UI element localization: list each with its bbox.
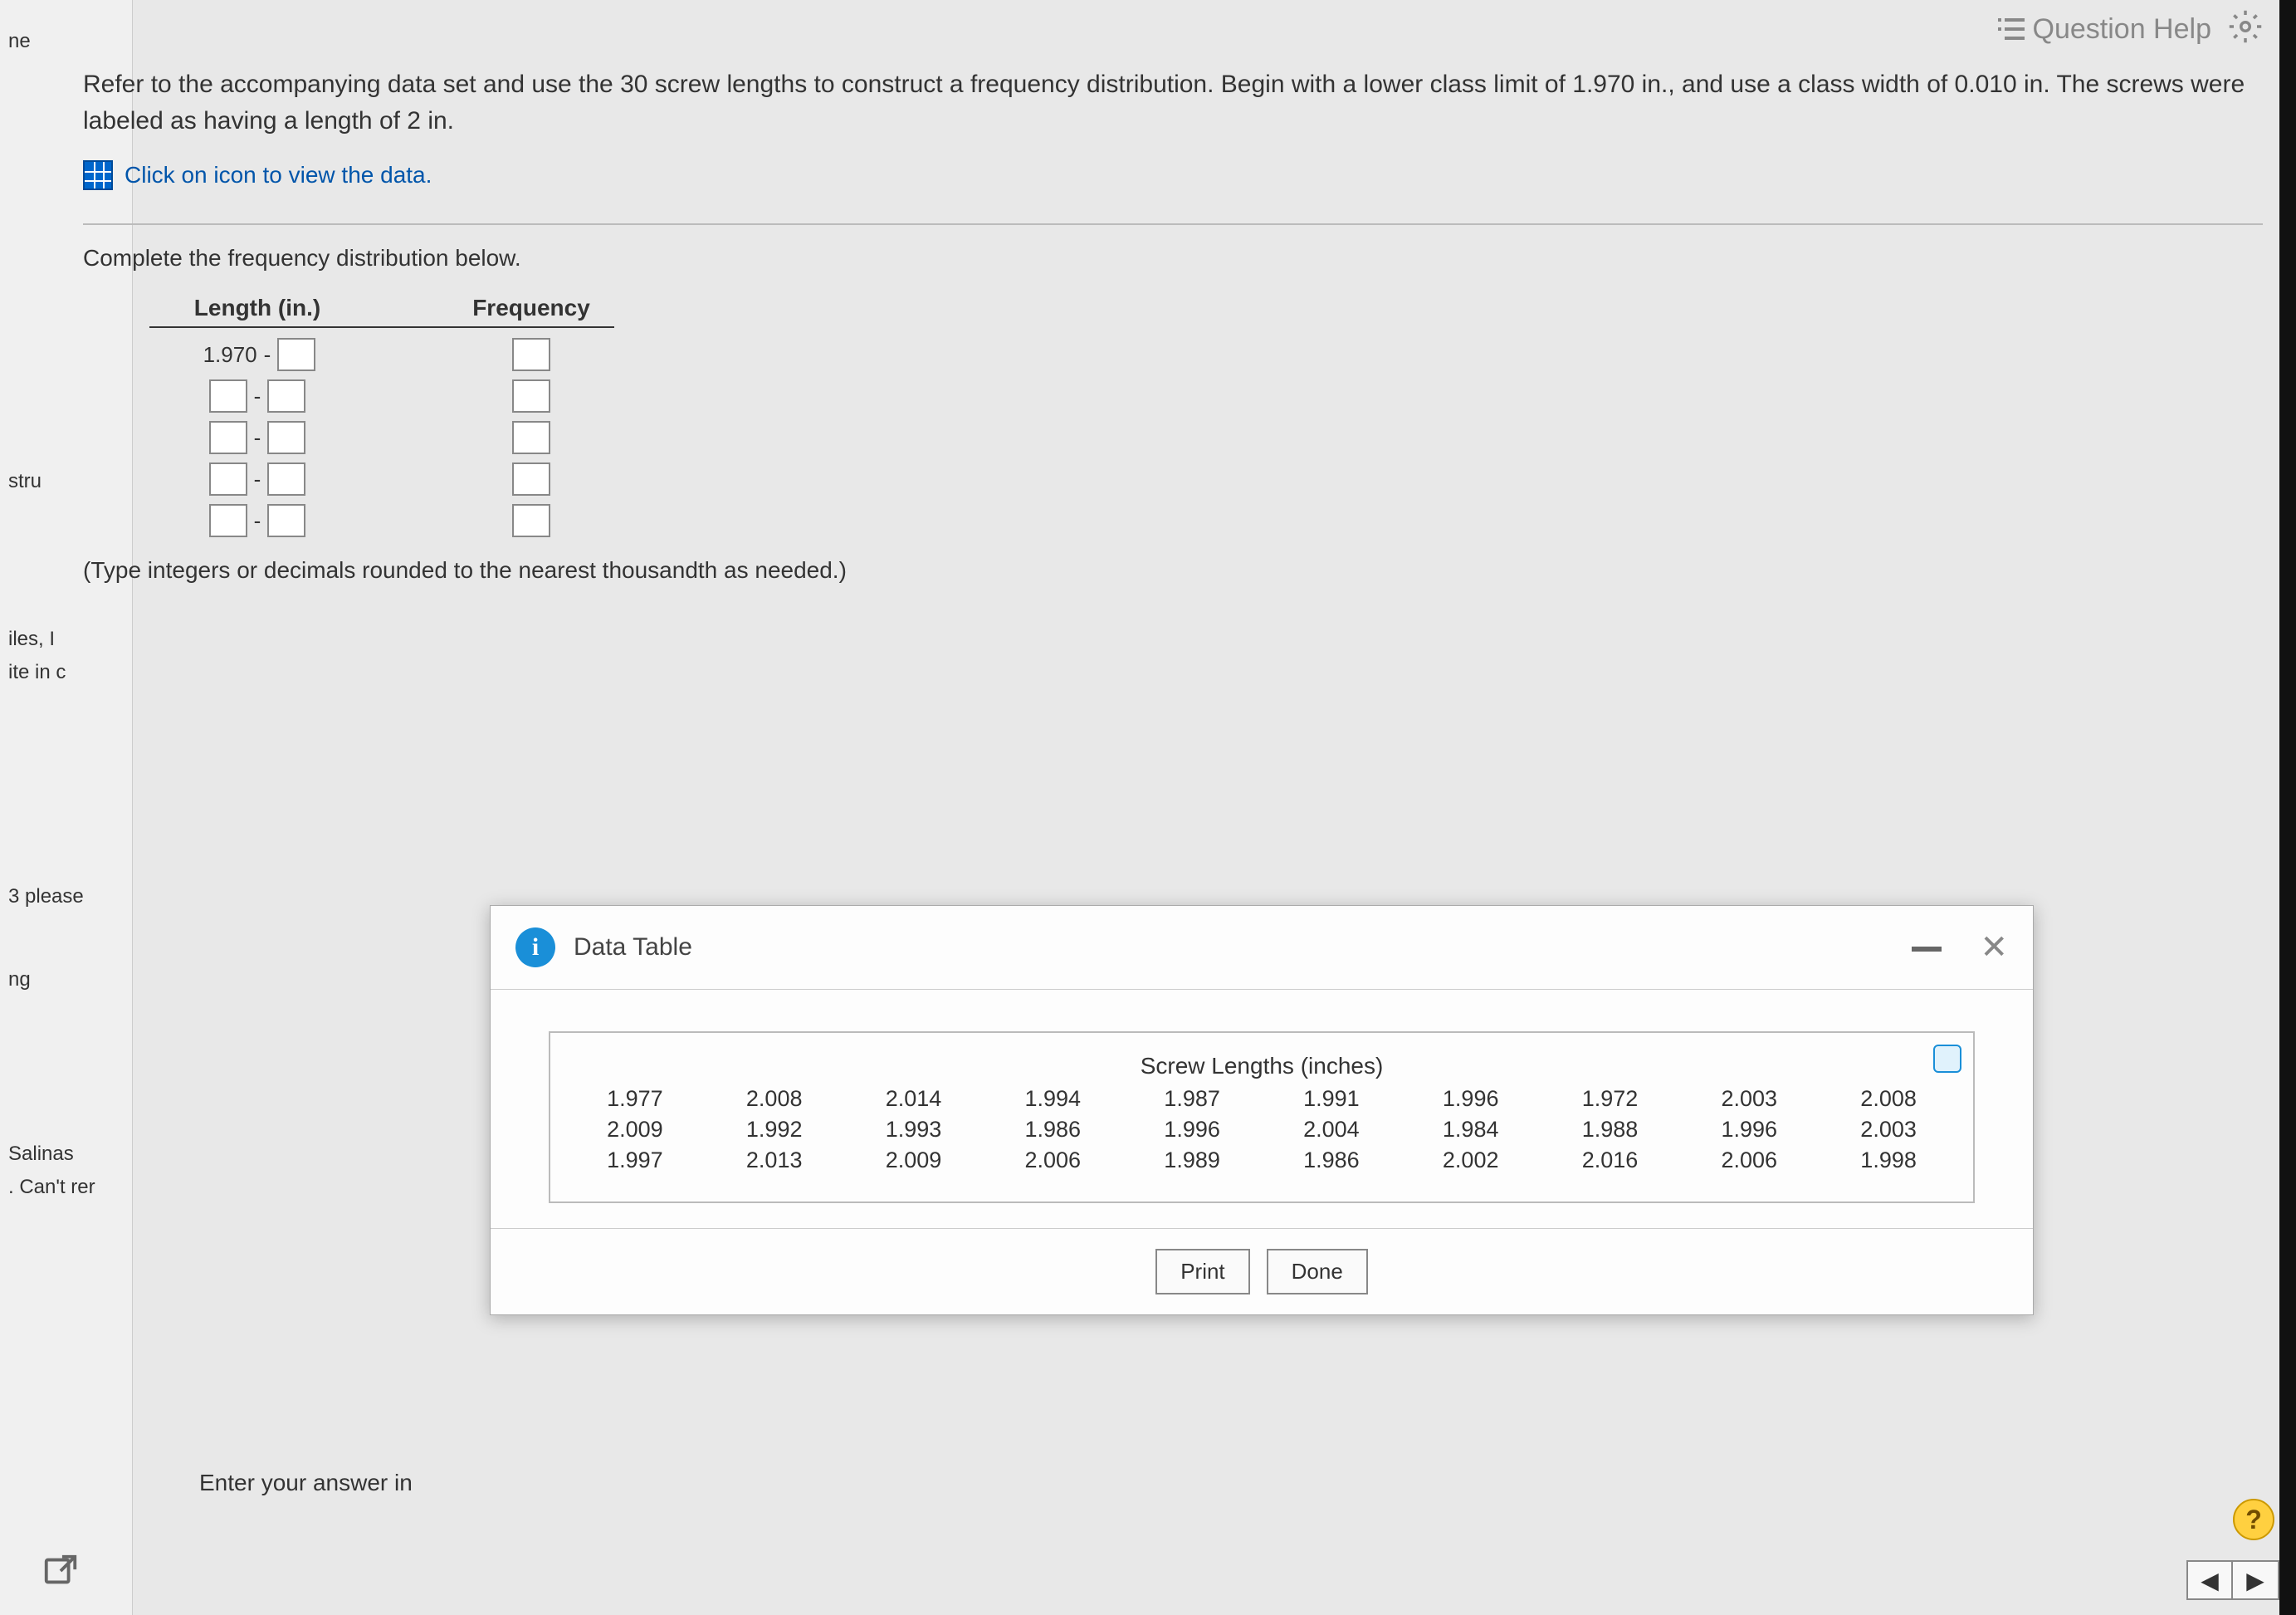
data-cell: 2.008 xyxy=(1829,1086,1948,1112)
lower-limit-input[interactable] xyxy=(209,421,247,454)
info-icon: i xyxy=(515,927,555,967)
lower-limit-input[interactable] xyxy=(209,462,247,496)
data-cell: 1.984 xyxy=(1411,1117,1531,1143)
upper-limit-input[interactable] xyxy=(267,421,305,454)
sidebar-fragment: ite in c xyxy=(0,656,132,689)
data-cell: 2.014 xyxy=(854,1086,974,1112)
data-cell: 1.997 xyxy=(575,1148,695,1173)
gear-icon[interactable] xyxy=(2228,9,2263,49)
frequency-input[interactable] xyxy=(512,504,550,537)
dash: - xyxy=(254,425,261,451)
copy-icon[interactable] xyxy=(1933,1045,1961,1073)
data-cell: 1.992 xyxy=(715,1117,834,1143)
minimize-button[interactable] xyxy=(1912,943,1942,952)
dash: - xyxy=(254,508,261,534)
table-row: - xyxy=(149,421,2263,454)
table-icon xyxy=(83,160,113,190)
data-cell: 1.989 xyxy=(1132,1148,1252,1173)
enter-answer-label: Enter your answer in xyxy=(199,1470,413,1496)
sidebar-fragment: iles, I xyxy=(0,623,132,656)
dash: - xyxy=(264,342,271,368)
data-cell: 1.986 xyxy=(993,1117,1112,1143)
data-cell: 1.988 xyxy=(1551,1117,1670,1143)
export-icon[interactable] xyxy=(42,1552,80,1590)
next-button[interactable]: ▶ xyxy=(2233,1562,2278,1598)
sidebar-fragment: Salinas xyxy=(0,1138,132,1171)
print-button[interactable]: Print xyxy=(1155,1249,1249,1294)
data-cell: 1.994 xyxy=(993,1086,1112,1112)
rounding-instruction: (Type integers or decimals rounded to th… xyxy=(83,557,2263,584)
dialog-title: Data Table xyxy=(574,933,1893,962)
data-cell: 2.003 xyxy=(1689,1086,1809,1112)
data-cell: 1.987 xyxy=(1132,1086,1252,1112)
screen-edge xyxy=(2279,0,2296,1615)
data-grid: 1.977 2.008 2.014 1.994 1.987 1.991 1.996 1.972… xyxy=(575,1086,1948,1173)
prev-button[interactable]: ◀ xyxy=(2188,1562,2233,1598)
lower-limit-input[interactable] xyxy=(209,379,247,413)
data-cell: 2.008 xyxy=(715,1086,834,1112)
col-header-frequency: Frequency xyxy=(457,295,606,321)
data-cell: 2.009 xyxy=(575,1117,695,1143)
data-cell: 2.009 xyxy=(854,1148,974,1173)
sidebar-fragment: ng xyxy=(0,963,132,996)
list-icon xyxy=(1998,18,2025,40)
divider xyxy=(83,223,2263,225)
dash: - xyxy=(254,467,261,492)
dash: - xyxy=(254,384,261,409)
question-prompt: Refer to the accompanying data set and u… xyxy=(83,66,2263,139)
done-button[interactable]: Done xyxy=(1267,1249,1368,1294)
upper-limit-input[interactable] xyxy=(267,462,305,496)
data-cell: 1.996 xyxy=(1689,1117,1809,1143)
data-cell: 1.998 xyxy=(1829,1148,1948,1173)
frequency-table: Length (in.) Frequency 1.970 - - - xyxy=(149,295,2263,537)
question-help-label: Question Help xyxy=(2033,13,2211,46)
table-row: 1.970 - xyxy=(149,338,2263,371)
data-cell: 1.986 xyxy=(1272,1148,1391,1173)
lower-limit-input[interactable] xyxy=(209,504,247,537)
sidebar-fragment: 3 please xyxy=(0,880,132,913)
data-cell: 2.006 xyxy=(993,1148,1112,1173)
nav-arrows: ◀ ▶ xyxy=(2186,1560,2279,1600)
data-cell: 1.991 xyxy=(1272,1086,1391,1112)
upper-limit-input[interactable] xyxy=(267,379,305,413)
table-row: - xyxy=(149,379,2263,413)
help-badge[interactable]: ? xyxy=(2233,1499,2274,1540)
sidebar-fragment: . Can't rer xyxy=(0,1171,132,1204)
table-row: - xyxy=(149,462,2263,496)
section-label: Complete the frequency distribution belo… xyxy=(83,245,2263,272)
fixed-lower-limit: 1.970 xyxy=(199,342,257,368)
data-cell: 2.016 xyxy=(1551,1148,1670,1173)
data-cell: 1.996 xyxy=(1411,1086,1531,1112)
data-frame: Screw Lengths (inches) 1.9772.0082.0141.… xyxy=(549,1031,1975,1203)
data-cell: 1.977 xyxy=(575,1086,695,1112)
data-cell: 2.003 xyxy=(1829,1117,1948,1143)
data-cell: 1.972 xyxy=(1551,1086,1670,1112)
table-row: - xyxy=(149,504,2263,537)
data-cell: 2.006 xyxy=(1689,1148,1809,1173)
data-title: Screw Lengths (inches) xyxy=(575,1053,1948,1079)
question-help-button[interactable]: Question Help xyxy=(1998,13,2211,46)
view-data-link[interactable]: Click on icon to view the data. xyxy=(83,160,2263,190)
frequency-input[interactable] xyxy=(512,379,550,413)
sidebar-fragment: ne xyxy=(0,25,132,58)
upper-limit-input[interactable] xyxy=(267,504,305,537)
frequency-input[interactable] xyxy=(512,421,550,454)
upper-limit-input[interactable] xyxy=(277,338,315,371)
data-cell: 2.004 xyxy=(1272,1117,1391,1143)
frequency-input[interactable] xyxy=(512,462,550,496)
col-header-length: Length (in.) xyxy=(149,295,365,321)
view-data-label: Click on icon to view the data. xyxy=(125,162,432,188)
data-cell: 1.993 xyxy=(854,1117,974,1143)
data-cell: 2.002 xyxy=(1411,1148,1531,1173)
data-cell: 1.996 xyxy=(1132,1117,1252,1143)
close-icon[interactable]: ✕ xyxy=(1980,931,2008,964)
data-table-dialog: i Data Table ✕ Screw Lengths (inches) 1.… xyxy=(490,905,2034,1315)
frequency-input[interactable] xyxy=(512,338,550,371)
data-cell: 2.013 xyxy=(715,1148,834,1173)
